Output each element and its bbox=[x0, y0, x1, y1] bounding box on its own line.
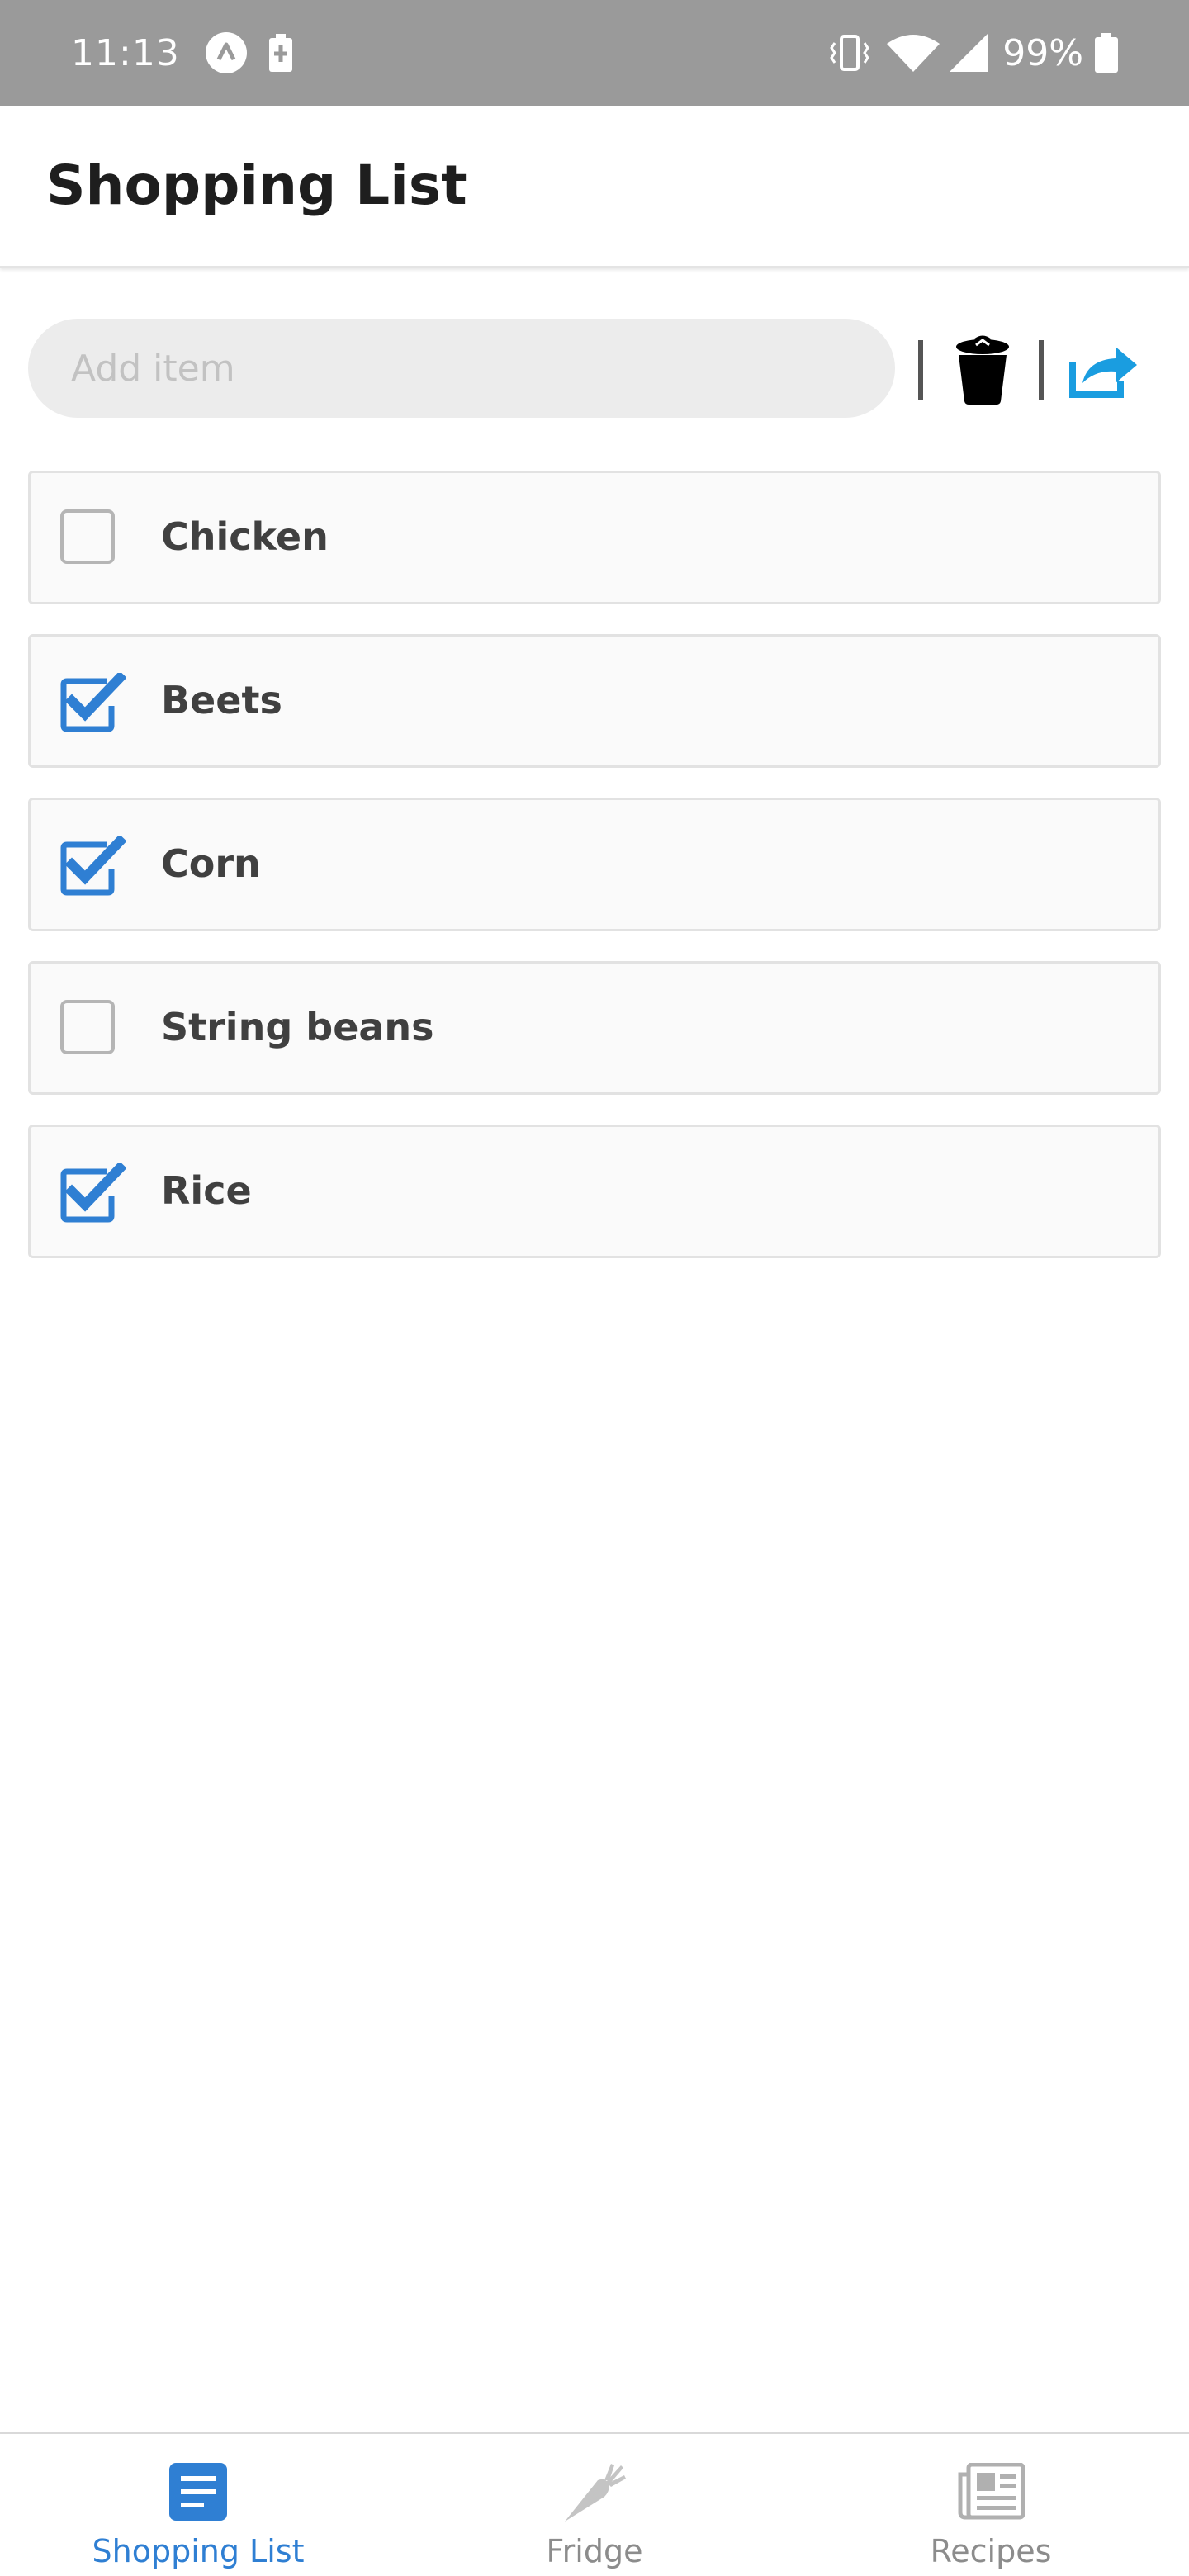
shopping-list: Chicken Beets Corn String beans Rice bbox=[28, 471, 1161, 1288]
battery-percent: 99% bbox=[1002, 31, 1083, 74]
checkbox[interactable] bbox=[60, 1000, 116, 1056]
page-title: Shopping List bbox=[46, 154, 467, 217]
checkbox-unchecked-icon bbox=[60, 509, 115, 564]
status-bar: 11:13 99% bbox=[0, 0, 1189, 106]
list-item[interactable]: Rice bbox=[28, 1125, 1161, 1258]
item-label: Rice bbox=[161, 1168, 252, 1213]
clear-list-button[interactable] bbox=[941, 330, 1024, 413]
list-item[interactable]: Chicken bbox=[28, 471, 1161, 604]
list-item[interactable]: String beans bbox=[28, 961, 1161, 1095]
trash-icon bbox=[954, 335, 1011, 409]
status-time: 11:13 bbox=[71, 31, 180, 74]
vibrate-icon bbox=[829, 35, 870, 71]
share-icon bbox=[1066, 340, 1139, 404]
tab-label: Shopping List bbox=[92, 2533, 305, 2569]
add-item-input[interactable] bbox=[28, 319, 895, 418]
tab-recipes[interactable]: Recipes bbox=[793, 2434, 1189, 2576]
item-label: Corn bbox=[161, 841, 261, 886]
status-bar-left: 11:13 bbox=[71, 31, 292, 74]
signal-icon bbox=[950, 34, 988, 72]
newspaper-icon bbox=[793, 2459, 1189, 2525]
toolbar-divider bbox=[1039, 340, 1044, 400]
share-list-button[interactable] bbox=[1061, 330, 1144, 413]
toolbar-divider bbox=[918, 340, 923, 400]
checkbox-unchecked-icon bbox=[60, 1000, 115, 1054]
checkbox[interactable] bbox=[60, 670, 127, 732]
app-bar: Shopping List bbox=[0, 106, 1189, 268]
bottom-nav: Shopping List Fridge Recipes bbox=[0, 2432, 1189, 2576]
wifi-icon bbox=[887, 34, 940, 72]
app-notification-icon bbox=[205, 31, 248, 74]
list-item[interactable]: Beets bbox=[28, 634, 1161, 768]
add-item-row bbox=[0, 319, 1189, 419]
item-label: String beans bbox=[161, 1005, 434, 1049]
checkbox[interactable] bbox=[60, 834, 127, 896]
checkbox[interactable] bbox=[60, 1161, 127, 1223]
checkbox-checked-icon bbox=[60, 834, 127, 896]
checkbox-checked-icon bbox=[60, 1161, 127, 1223]
tab-fridge[interactable]: Fridge bbox=[396, 2434, 793, 2576]
checkbox-checked-icon bbox=[60, 670, 127, 732]
tab-shopping-list[interactable]: Shopping List bbox=[0, 2434, 396, 2576]
item-label: Beets bbox=[161, 678, 282, 722]
list-document-icon bbox=[0, 2459, 396, 2525]
battery-charging-icon bbox=[268, 34, 292, 72]
list-item[interactable]: Corn bbox=[28, 798, 1161, 931]
battery-icon bbox=[1095, 33, 1118, 73]
item-label: Chicken bbox=[161, 514, 329, 559]
tab-label: Fridge bbox=[546, 2533, 643, 2569]
checkbox[interactable] bbox=[60, 509, 116, 566]
tab-label: Recipes bbox=[930, 2533, 1052, 2569]
status-bar-right: 99% bbox=[829, 32, 1118, 74]
carrot-icon bbox=[396, 2459, 793, 2525]
